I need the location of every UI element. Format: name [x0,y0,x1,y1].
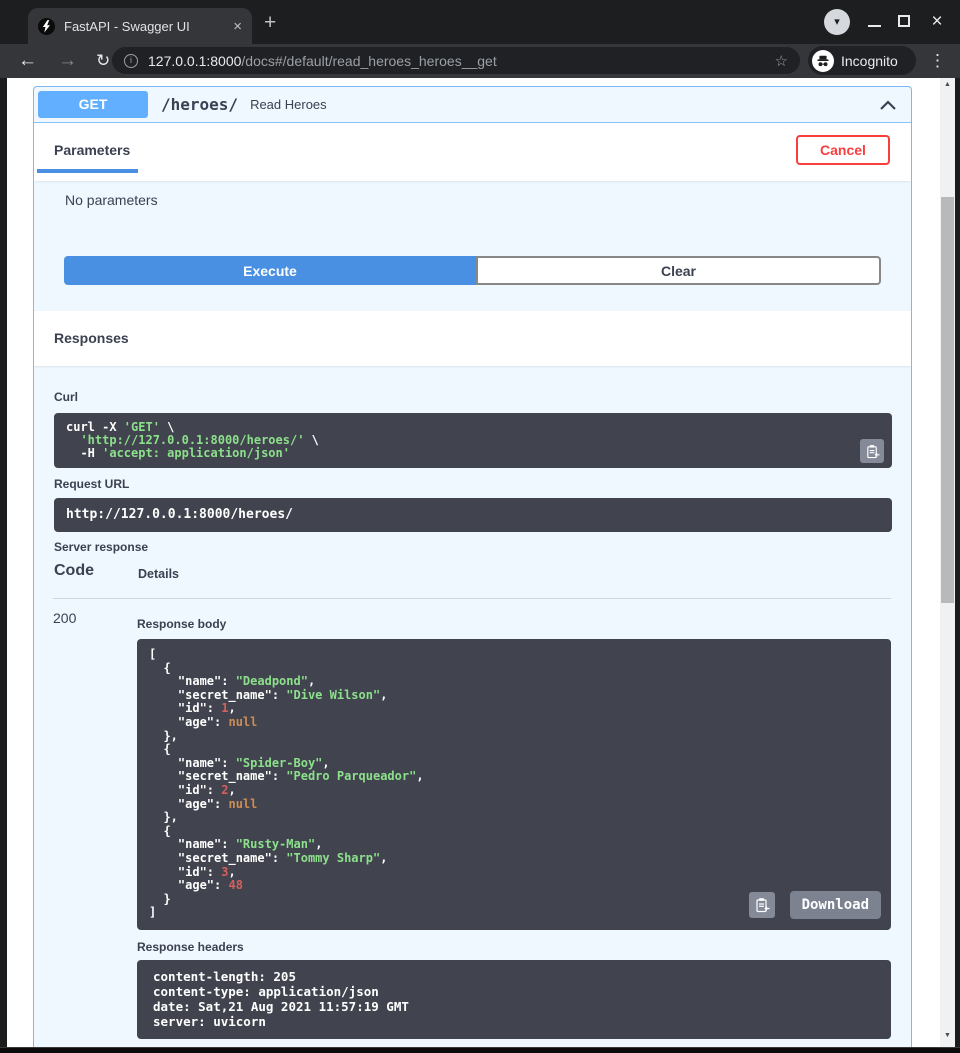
code-column-header: Code [54,562,94,580]
window-close-button[interactable]: × [925,10,949,34]
curl-label: Curl [54,390,78,404]
parameters-body: No parameters Execute Clear [34,181,911,311]
table-divider [53,598,891,599]
details-column-header: Details [138,567,179,581]
response-headers-block: content-length: 205content-type: applica… [137,960,891,1039]
window-frame-bottom [0,1047,960,1053]
cancel-button[interactable]: Cancel [796,135,890,165]
browser-window: FastAPI - Swagger UI × + ▾ × ← → ↻ i 127… [0,0,960,1053]
fastapi-favicon-icon [38,18,55,35]
page-info-icon[interactable]: i [124,54,138,68]
operation-path: /heroes/ [161,95,238,114]
tab-search-button[interactable]: ▾ [824,9,850,35]
collapse-chevron-icon[interactable] [879,100,897,110]
browser-toolbar: ← → ↻ i 127.0.0.1:8000 /docs#/default/re… [0,44,960,78]
scrollbar-thumb[interactable] [941,197,954,603]
tab-strip: FastAPI - Swagger UI × + ▾ × [0,0,960,44]
no-parameters-text: No parameters [65,192,158,208]
operation-summary: Read Heroes [250,97,327,112]
response-body-block: [ { "name": "Deadpond", "secret_name": "… [137,639,891,930]
responses-header: Responses [34,311,911,366]
browser-tab[interactable]: FastAPI - Swagger UI × [28,8,252,44]
tab-close-icon[interactable]: × [233,18,242,35]
request-url-block: http://127.0.0.1:8000/heroes/ [54,498,892,532]
response-headers-label: Response headers [137,940,244,954]
operation-panel: GET /heroes/ Read Heroes Parameters Canc… [33,86,912,1047]
responses-title: Responses [54,330,129,346]
server-response-label: Server response [54,540,148,554]
execute-button[interactable]: Execute [64,256,476,285]
url-host: 127.0.0.1:8000 [148,53,241,69]
new-tab-button[interactable]: + [264,11,276,35]
page-scrollbar[interactable]: ▲ ▼ [940,78,955,1047]
window-frame-right [955,78,960,1053]
execute-button-group: Execute Clear [64,256,881,285]
parameters-title: Parameters [54,142,130,158]
response-body-json: [ { "name": "Deadpond", "secret_name": "… [149,648,891,920]
browser-menu-icon[interactable]: ⋮ [929,44,946,78]
incognito-icon [812,50,834,72]
maximize-button[interactable] [898,15,910,27]
minimize-button[interactable] [868,25,881,27]
get-method-badge: GET [38,91,148,118]
parameters-header: Parameters Cancel [34,123,911,181]
curl-code: curl -X 'GET' \ 'http://127.0.0.1:8000/h… [66,421,892,460]
address-bar[interactable]: i 127.0.0.1:8000 /docs#/default/read_her… [112,47,800,74]
clear-button[interactable]: Clear [476,256,881,285]
scrollbar-up-icon[interactable]: ▲ [940,81,955,88]
url-path: /docs#/default/read_heroes_heroes__get [241,53,496,69]
response-body-actions: Download [749,891,881,919]
curl-command-block: curl -X 'GET' \ 'http://127.0.0.1:8000/h… [54,413,892,468]
copy-response-icon[interactable] [749,892,775,918]
forward-icon[interactable]: → [58,44,77,78]
bookmark-star-icon[interactable]: ☆ [775,52,788,70]
back-icon[interactable]: ← [18,44,37,78]
tab-title: FastAPI - Swagger UI [64,19,225,34]
status-code: 200 [53,610,76,626]
response-body-label: Response body [137,617,226,631]
incognito-badge: Incognito [808,46,916,75]
response-headers-lines: content-length: 205content-type: applica… [153,969,891,1029]
scrollbar-down-icon[interactable]: ▼ [940,1032,955,1039]
operation-header[interactable]: GET /heroes/ Read Heroes [34,87,911,123]
parameters-tab-underline [37,169,138,173]
download-button[interactable]: Download [790,891,881,919]
request-url-label: Request URL [54,477,129,491]
copy-to-clipboard-icon[interactable] [860,439,884,463]
incognito-label: Incognito [841,53,898,69]
request-url-value: http://127.0.0.1:8000/heroes/ [66,507,293,522]
reload-icon[interactable]: ↻ [96,44,110,78]
responses-body: Curl curl -X 'GET' \ 'http://127.0.0.1:8… [34,366,911,1047]
window-frame-left [0,78,7,1053]
swagger-page: GET /heroes/ Read Heroes Parameters Canc… [0,78,960,1047]
